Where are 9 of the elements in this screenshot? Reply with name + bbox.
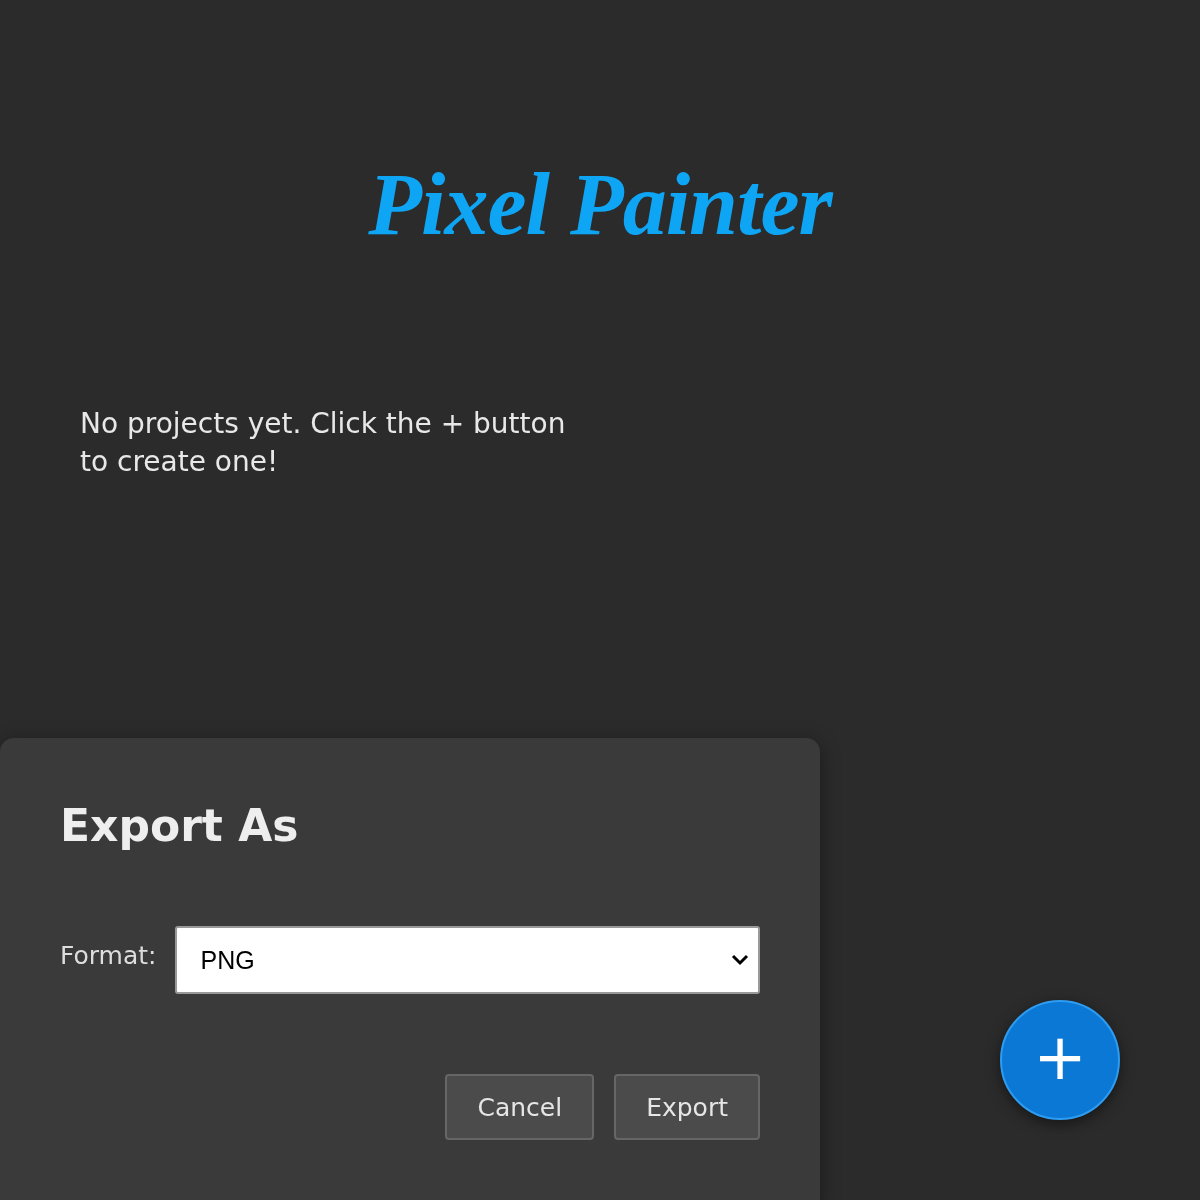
format-label: Format: [60, 940, 157, 970]
format-select[interactable]: PNG [174, 926, 760, 994]
dialog-title: Export As [60, 799, 299, 853]
app-title: Pixel Painter [367, 155, 835, 255]
dialog-button[interactable]: Export [614, 1074, 760, 1140]
add-button[interactable]: + [1000, 1000, 1120, 1120]
empty-message: No projects yet. Click the + button to create one! [80, 406, 567, 480]
dialog-button[interactable]: Cancel [445, 1074, 595, 1140]
chevron-down-icon [730, 953, 750, 967]
